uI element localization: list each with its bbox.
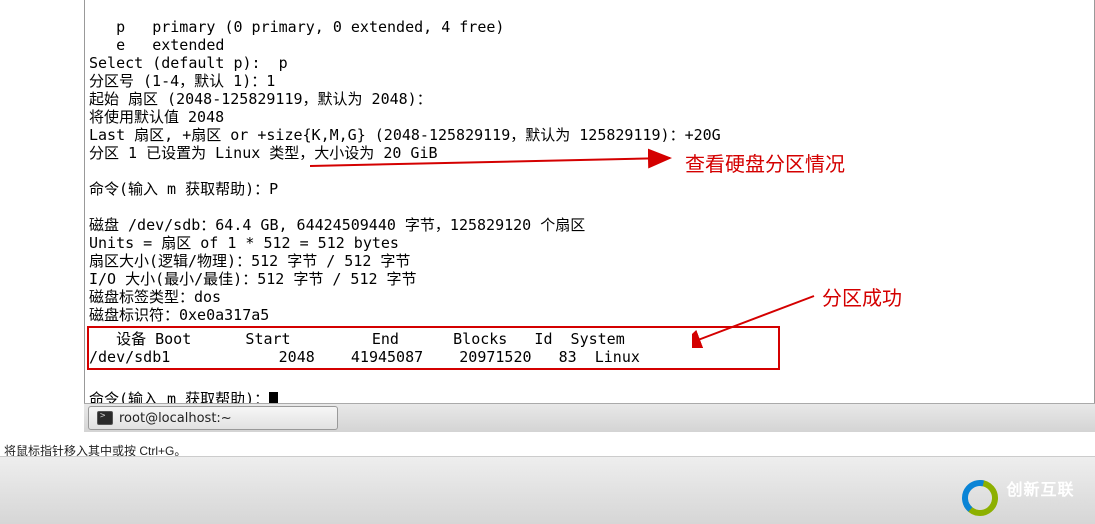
term-line: /dev/sdb1 2048 41945087 20971520 83 Linu… [89, 348, 640, 366]
brand-logo: 创新互联 CHUANG XIN HU LIAN [960, 478, 1089, 518]
term-line: 磁盘标签类型：dos [89, 288, 221, 306]
term-line: 磁盘 /dev/sdb：64.4 GB, 64424509440 字节，1258… [89, 216, 585, 234]
term-line: p primary (0 primary, 0 extended, 4 free… [89, 18, 504, 36]
term-line: 命令(输入 m 获取帮助)：P [89, 180, 278, 198]
term-line: 设备 Boot Start End Blocks Id System [89, 330, 625, 348]
logo-mark-icon [960, 478, 1000, 518]
term-line: Last 扇区, +扇区 or +size{K,M,G} (2048-12582… [89, 126, 721, 144]
terminal-window[interactable]: p primary (0 primary, 0 extended, 4 free… [84, 0, 1095, 432]
term-line: 分区号 (1-4，默认 1)：1 [89, 72, 275, 90]
term-line: 分区 1 已设置为 Linux 类型，大小设为 20 GiB [89, 144, 438, 162]
taskbar-app-title: root@localhost:~ [119, 411, 232, 426]
terminal-output: p primary (0 primary, 0 extended, 4 free… [85, 0, 1094, 426]
terminal-icon [97, 411, 113, 425]
term-line: Units = 扇区 of 1 * 512 = 512 bytes [89, 234, 399, 252]
taskbar-app-button[interactable]: root@localhost:~ [88, 406, 338, 430]
term-line: e extended [89, 36, 224, 54]
term-line: 将使用默认值 2048 [89, 108, 224, 126]
bottom-panel [0, 456, 1095, 524]
taskbar: root@localhost:~ [84, 403, 1095, 432]
term-line: I/O 大小(最小/最佳)：512 字节 / 512 字节 [89, 270, 417, 288]
term-line: Select (default p): p [89, 54, 288, 72]
logo-text-cn: 创新互联 [1006, 482, 1089, 500]
term-line: 磁盘标识符：0xe0a317a5 [89, 306, 269, 324]
term-line: 扇区大小(逻辑/物理)：512 字节 / 512 字节 [89, 252, 410, 270]
logo-text-en: CHUANG XIN HU LIAN [1006, 500, 1089, 508]
term-line: 起始 扇区 (2048-125829119，默认为 2048)： [89, 90, 432, 108]
highlighted-partition-table: 设备 Boot Start End Blocks Id System /dev/… [87, 326, 780, 370]
